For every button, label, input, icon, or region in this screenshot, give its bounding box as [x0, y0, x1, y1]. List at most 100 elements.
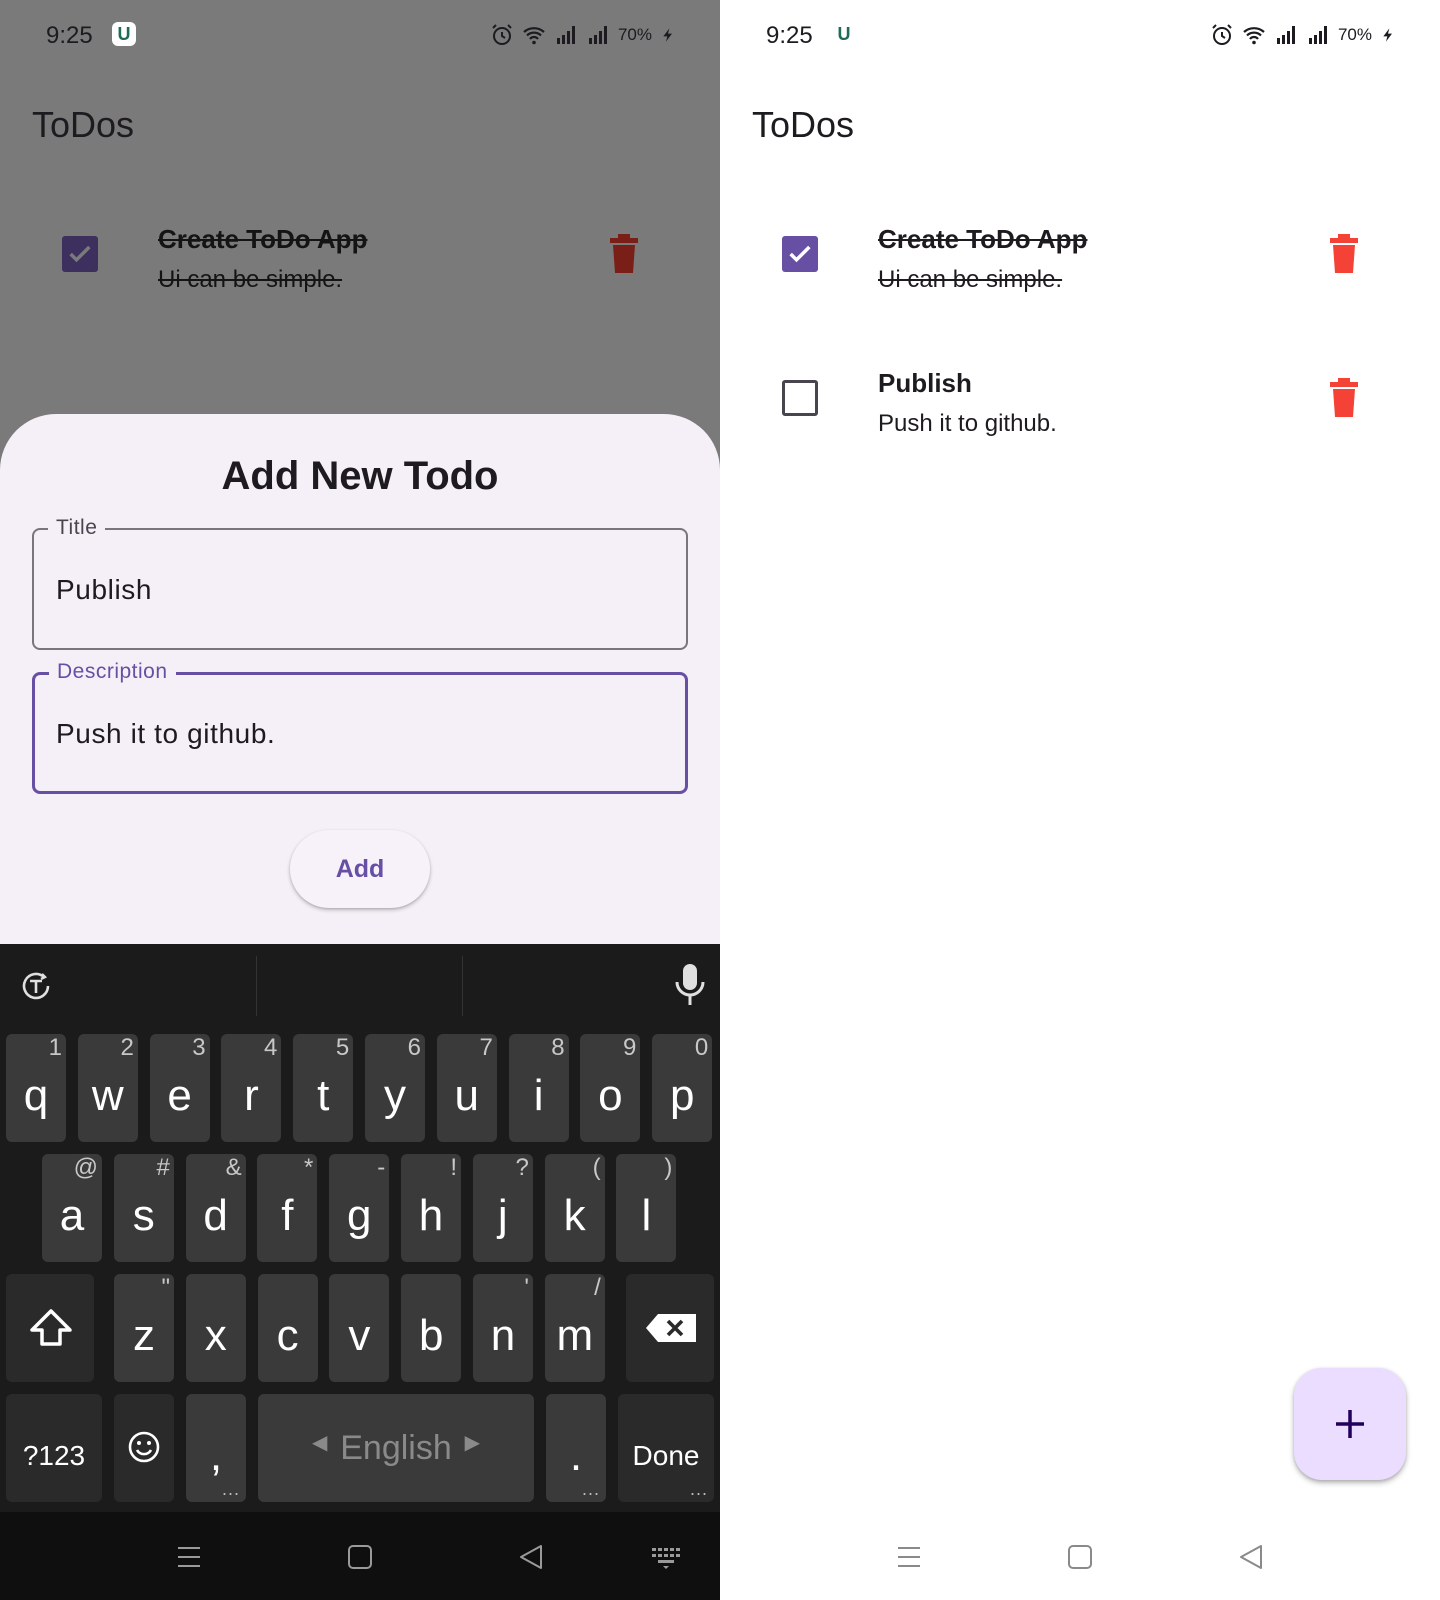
key-l[interactable]: l)	[616, 1154, 677, 1262]
home-nav-icon[interactable]	[345, 1542, 375, 1572]
key-hint: #	[156, 1154, 170, 1181]
todo-checkbox[interactable]	[62, 236, 98, 272]
key-t[interactable]: t5	[293, 1034, 354, 1142]
emoji-key[interactable]	[114, 1394, 174, 1502]
status-time: 9:25	[46, 22, 93, 49]
add-todo-sheet: Add New Todo Title Publish Description P…	[0, 414, 720, 944]
key-hint: !	[450, 1154, 457, 1181]
description-field[interactable]: Description Push it to github.	[32, 660, 688, 794]
key-label: m	[556, 1311, 594, 1360]
key-hint: 3	[192, 1034, 206, 1061]
signal-icon	[588, 26, 607, 44]
keyboard-nav-icon[interactable]	[650, 1542, 684, 1572]
microphone-icon[interactable]	[672, 962, 708, 1008]
key-f[interactable]: f *	[257, 1154, 318, 1262]
key-label: c	[276, 1311, 299, 1360]
key-label: a	[59, 1191, 85, 1240]
key-e[interactable]: e3	[149, 1034, 210, 1142]
symbols-key[interactable]: ?123	[6, 1394, 102, 1502]
back-nav-icon[interactable]	[1237, 1542, 1267, 1572]
todo-title: Publish	[878, 368, 972, 398]
key-v[interactable]: v	[329, 1274, 390, 1382]
key-label: q	[23, 1071, 49, 1120]
key-k[interactable]: k(	[544, 1154, 605, 1262]
key-j[interactable]: j?	[472, 1154, 533, 1262]
add-todo-fab[interactable]	[1294, 1368, 1406, 1480]
status-bar: 9:25 U 70%	[0, 0, 720, 70]
keyboard-toolbar	[0, 944, 720, 1030]
key-p[interactable]: p0	[652, 1034, 713, 1142]
todo-title: Create ToDo App	[878, 224, 1088, 254]
add-button[interactable]: Add	[290, 830, 430, 908]
key-w[interactable]: w2	[77, 1034, 138, 1142]
key-q[interactable]: q1	[6, 1034, 66, 1142]
right-screen: 9:25 U 70% ToDos Create ToDo App Ui can …	[720, 0, 1440, 1600]
key-hint: ?	[515, 1154, 529, 1181]
todo-checkbox[interactable]	[782, 380, 818, 416]
key-hint: 8	[551, 1034, 565, 1061]
key-label: b	[418, 1311, 444, 1360]
back-nav-icon[interactable]	[517, 1542, 547, 1572]
space-key[interactable]: ◀ English ▶	[258, 1394, 534, 1502]
status-bar: 9:25 U 70%	[720, 0, 1440, 70]
key-m[interactable]: m /	[544, 1274, 605, 1382]
key-label: t	[317, 1071, 330, 1120]
wifi-icon	[1243, 27, 1265, 45]
navigation-bar	[720, 1512, 1440, 1600]
done-key[interactable]: Done ...	[618, 1394, 714, 1502]
key-label: x	[204, 1311, 227, 1360]
key-hint: (	[592, 1154, 601, 1181]
todo-item: Create ToDo App Ui can be simple.	[720, 214, 1440, 314]
status-icons: 70%	[1210, 22, 1396, 48]
period-key[interactable]: . ...	[546, 1394, 606, 1502]
todo-item: Create ToDo App Ui can be simple.	[0, 214, 720, 314]
comma-key[interactable]: , ...	[186, 1394, 246, 1502]
battery-level: 70%	[1337, 25, 1372, 44]
trash-icon[interactable]	[1328, 234, 1360, 274]
key-h[interactable]: h!	[401, 1154, 461, 1262]
status-icons: 70%	[490, 22, 676, 48]
key-n[interactable]: n '	[473, 1274, 533, 1382]
period-key-label: .	[569, 1431, 583, 1480]
shift-key[interactable]	[6, 1274, 94, 1382]
menu-nav-icon[interactable]	[174, 1542, 204, 1572]
key-b[interactable]: b	[401, 1274, 462, 1382]
key-s[interactable]: s #	[113, 1154, 174, 1262]
key-hint: 9	[623, 1034, 637, 1061]
alarm-icon	[492, 24, 512, 45]
home-nav-icon[interactable]	[1065, 1542, 1095, 1572]
key-label: w	[91, 1071, 124, 1120]
todo-checkbox[interactable]	[782, 236, 818, 272]
key-x[interactable]: x	[185, 1274, 246, 1382]
key-hint: *	[304, 1154, 314, 1181]
todo-description: Push it to github.	[878, 410, 1057, 437]
key-c[interactable]: c	[257, 1274, 318, 1382]
key-a[interactable]: a @	[42, 1154, 102, 1262]
key-label: h	[418, 1191, 444, 1240]
key-label: p	[669, 1071, 695, 1120]
description-field-value[interactable]: Push it to github.	[56, 718, 275, 750]
title-field-value[interactable]: Publish	[56, 574, 152, 606]
translate-icon[interactable]	[16, 966, 56, 1006]
more-keys-indicator: ...	[689, 1479, 708, 1499]
trash-icon[interactable]	[608, 234, 640, 274]
key-o[interactable]: o9	[580, 1034, 641, 1142]
app-bar-title: ToDos	[32, 104, 135, 145]
key-r[interactable]: r4	[221, 1034, 282, 1142]
key-label: j	[497, 1191, 508, 1240]
key-d[interactable]: d &	[185, 1154, 246, 1262]
todo-description: Ui can be simple.	[158, 266, 343, 293]
key-hint: 2	[120, 1034, 134, 1061]
key-i[interactable]: i8	[508, 1034, 569, 1142]
trash-icon[interactable]	[1328, 378, 1360, 418]
key-g[interactable]: g-	[329, 1154, 390, 1262]
backspace-key[interactable]	[626, 1274, 714, 1382]
menu-nav-icon[interactable]	[894, 1542, 924, 1572]
key-label: s	[132, 1191, 155, 1240]
left-screen: 9:25 U 70% ToDos Create ToDo App Ui can …	[0, 0, 720, 1600]
key-y[interactable]: y6	[365, 1034, 425, 1142]
key-z[interactable]: z "	[114, 1274, 174, 1382]
key-hint: '	[524, 1274, 529, 1301]
title-field[interactable]: Title Publish	[32, 516, 688, 650]
key-u[interactable]: u7	[436, 1034, 497, 1142]
